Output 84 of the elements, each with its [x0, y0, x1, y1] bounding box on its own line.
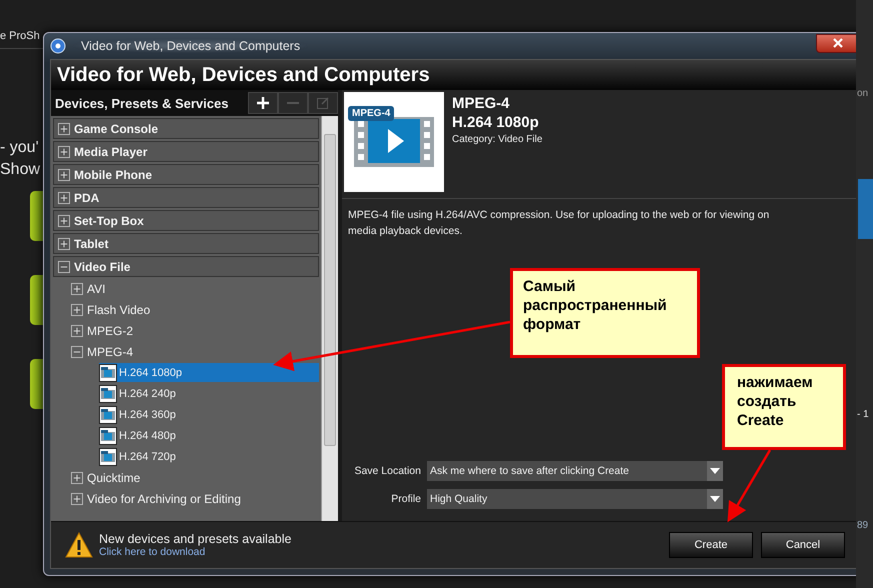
dropdown[interactable]: High Quality: [427, 489, 723, 509]
preset-item[interactable]: H.264 360p: [99, 405, 319, 424]
background-app-text: Show: [0, 160, 42, 180]
tree-item[interactable]: MPEG-2: [71, 321, 319, 340]
tree-item-label: Media Player: [74, 144, 148, 158]
preset-variant: H.264 1080p: [452, 113, 540, 132]
warning-icon: [65, 532, 93, 558]
plus-icon[interactable]: [58, 214, 70, 226]
video-file-icon: [99, 406, 117, 424]
tree-item-label: AVI: [87, 282, 106, 296]
tree-item-label: Video for Archiving or Editing: [87, 492, 241, 506]
dropdown[interactable]: Ask me where to save after clicking Create: [427, 461, 723, 481]
background-app-text: on: [856, 88, 870, 99]
scrollbar[interactable]: [321, 116, 338, 521]
tree-item-label: Video File: [74, 260, 130, 274]
tree-item[interactable]: Game Console: [53, 118, 319, 139]
tree-item-label: PDA: [74, 190, 100, 204]
video-file-icon: [99, 448, 117, 466]
background-app-text: 89: [856, 520, 870, 531]
tree-item-label: Mobile Phone: [74, 168, 152, 182]
caret-icon: [710, 468, 720, 474]
tree-item[interactable]: Mobile Phone: [53, 164, 319, 185]
download-link[interactable]: Click here to download: [99, 546, 292, 558]
tree-item-label: Flash Video: [87, 302, 150, 316]
plus-icon[interactable]: [58, 168, 70, 180]
preset-name: MPEG-4: [452, 94, 511, 113]
tree-item[interactable]: MPEG-4: [71, 342, 319, 361]
format-badge: MPEG-4: [348, 106, 394, 121]
tree-item[interactable]: PDA: [53, 187, 319, 208]
preset-description: MPEG-4 file using H.264/AVC compression. Use for uploading to the web or for viewing on media playback devices.: [347, 208, 770, 239]
tree-item-label: Game Console: [74, 122, 158, 136]
plus-icon[interactable]: [71, 472, 83, 484]
preset-item[interactable]: H.264 240p: [99, 384, 319, 403]
plus-icon[interactable]: [71, 304, 83, 316]
tree-item[interactable]: Set-Top Box: [53, 210, 319, 231]
edit-icon: [316, 96, 330, 110]
plus-icon[interactable]: [71, 282, 83, 294]
background-app-text: - 1: [856, 409, 870, 420]
create-button[interactable]: Create: [669, 532, 753, 558]
callout-note: Самый распространенный формат: [510, 268, 700, 358]
side-tab[interactable]: [30, 275, 44, 325]
tree-item[interactable]: Quicktime: [71, 468, 319, 487]
preset-item[interactable]: H.264 720p: [99, 447, 319, 466]
preset-item[interactable]: H.264 480p: [99, 426, 319, 445]
plus-icon[interactable]: [58, 122, 70, 134]
tree-item[interactable]: Media Player: [53, 141, 319, 162]
tree-item-label: Set-Top Box: [74, 214, 144, 228]
video-file-icon: [99, 426, 117, 444]
side-tab[interactable]: [30, 191, 44, 241]
video-file-icon: [99, 384, 117, 402]
tree-item[interactable]: Tablet: [53, 233, 319, 254]
background-app-text: - you': [0, 138, 40, 158]
tree-item-label: Quicktime: [87, 470, 140, 484]
video-file-icon: [352, 115, 436, 169]
dialog-heading: Video for Web, Devices and Computers: [51, 60, 859, 90]
minus-icon[interactable]: [71, 346, 83, 358]
field-label: Save Location: [353, 465, 421, 477]
plus-icon[interactable]: [71, 324, 83, 336]
tree-item[interactable]: Video File: [53, 256, 319, 277]
tree-item-label: MPEG-4: [87, 344, 134, 358]
plus-icon[interactable]: [58, 192, 70, 204]
caret-icon: [710, 496, 720, 502]
tree-item[interactable]: Flash Video: [71, 300, 319, 319]
add-button[interactable]: [248, 92, 278, 114]
tree-item[interactable]: Video for Archiving or Editing: [71, 489, 319, 508]
close-icon: [833, 38, 843, 48]
panel-title: Devices, Presets & Services: [55, 96, 228, 110]
plus-icon[interactable]: [58, 238, 70, 250]
preset-category: Category: Video File: [452, 134, 542, 145]
notice-message: New devices and presets available: [99, 532, 292, 546]
minus-icon[interactable]: [58, 260, 70, 272]
tree-item[interactable]: AVI: [71, 279, 319, 298]
side-tab[interactable]: [30, 359, 44, 409]
cancel-button[interactable]: Cancel: [761, 532, 845, 558]
video-file-icon: [99, 364, 117, 382]
field-label: Profile: [390, 493, 421, 505]
plus-icon[interactable]: [58, 146, 70, 158]
tree-item-label: MPEG-2: [87, 324, 134, 338]
preset-item[interactable]: H.264 1080p: [99, 363, 319, 382]
callout-note: нажимаем создать Create: [722, 364, 846, 450]
app-icon: [50, 38, 66, 54]
plus-icon[interactable]: [71, 492, 83, 504]
plus-icon: [256, 96, 270, 110]
tree-item-label: Tablet: [74, 236, 108, 250]
